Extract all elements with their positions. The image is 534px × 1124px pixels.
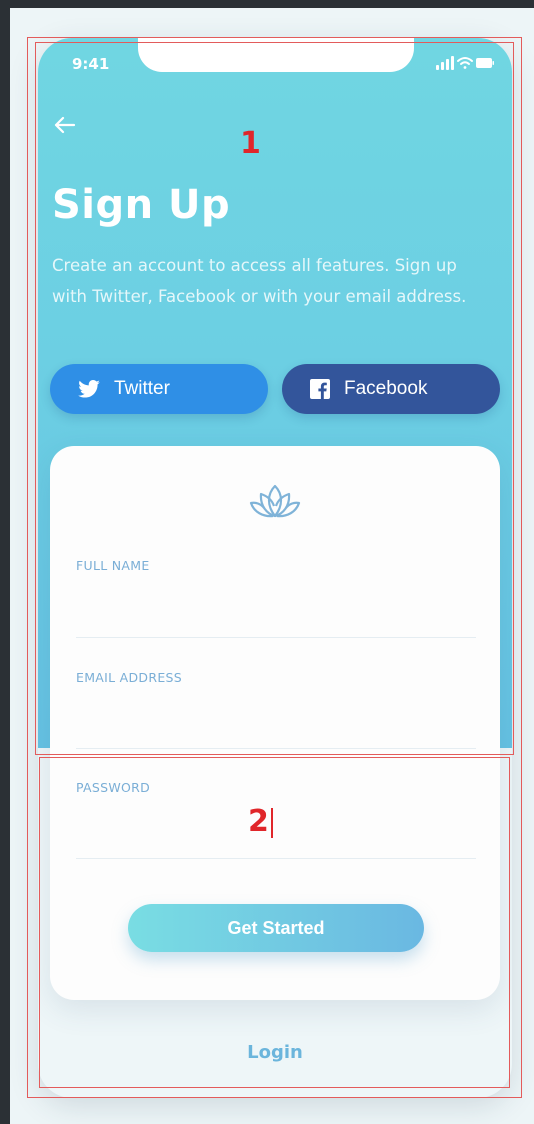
annotation-label-1: 1	[240, 126, 261, 161]
annotation-label-2: 2	[248, 804, 273, 839]
annotation-label-2-text: 2	[248, 804, 269, 839]
annotation-box-1	[35, 42, 514, 755]
text-caret	[270, 807, 273, 838]
annotation-box-2	[39, 757, 510, 1088]
